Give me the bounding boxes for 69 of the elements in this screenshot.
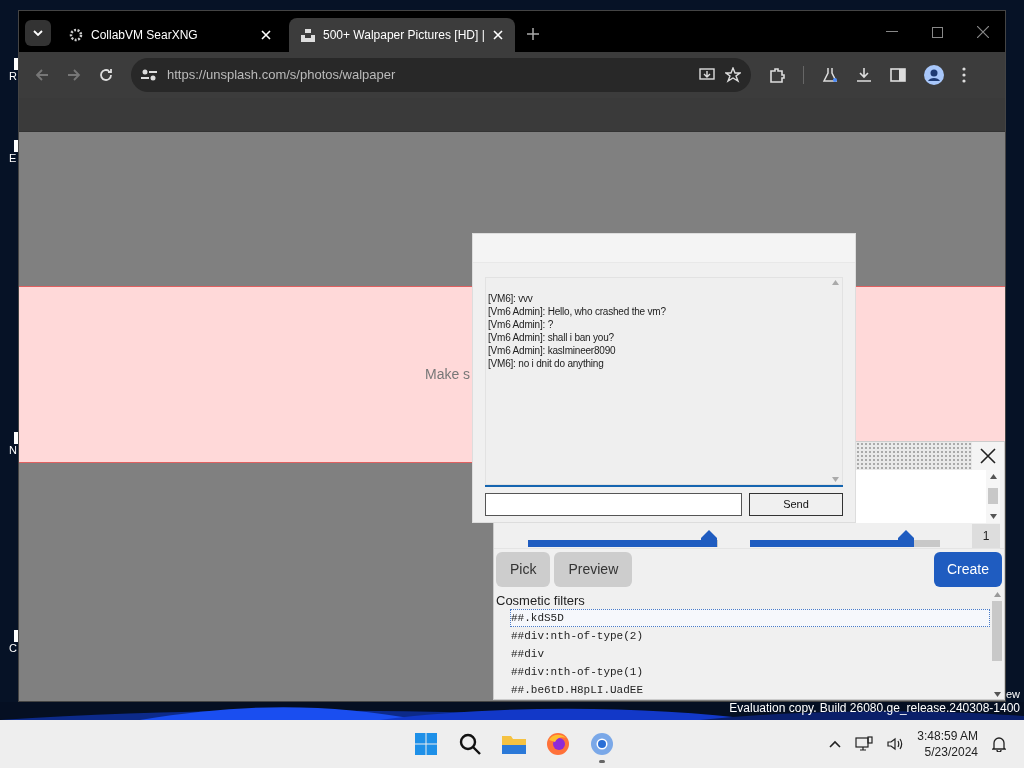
count-label: 1: [972, 523, 1000, 548]
chat-message: [VM6]: no i dnit do anything: [488, 357, 605, 370]
new-tab-icon[interactable]: [527, 28, 539, 40]
site-settings-icon: [141, 68, 157, 82]
chevron-up-icon[interactable]: [829, 740, 842, 748]
browser-icon: [590, 732, 614, 756]
filter-item[interactable]: ##div:nth-of-type(2): [510, 627, 990, 645]
chat-input[interactable]: [485, 493, 742, 516]
filter-item[interactable]: ##.be6tD.H8pLI.UadEE: [510, 681, 990, 699]
download-icon[interactable]: [856, 67, 872, 83]
folder-icon: [501, 733, 527, 755]
close-button[interactable]: [972, 442, 1004, 470]
chevron-icon: [33, 30, 43, 36]
tab-title: 500+ Walpaper Pictures [HD] |: [323, 27, 485, 44]
install-icon[interactable]: [699, 68, 715, 82]
chat-message: [Vm6 Admin]: kaslmineer8090: [488, 344, 617, 357]
profile-icon[interactable]: [924, 65, 944, 85]
chat-message: [Vm6 Admin]: shall i ban you?: [488, 331, 615, 344]
scroll-down-icon[interactable]: [989, 513, 997, 519]
url-text: https://unsplash.com/s/photos/walpaper: [167, 66, 397, 85]
slider-thumb[interactable]: [698, 528, 719, 547]
tab-title: CollabVM SearXNG: [91, 27, 199, 44]
desktop-icon-label: C: [9, 642, 17, 655]
filter-item[interactable]: ##.kdS5D: [510, 609, 990, 627]
chat-message: [Vm6 Admin]: ?: [488, 318, 554, 331]
section-title: Cosmetic filters: [496, 593, 586, 609]
browser-tab[interactable]: 500+ Walpaper Pictures [HD] |: [289, 18, 515, 52]
search-icon: [458, 732, 482, 756]
scroll-down-icon[interactable]: [993, 692, 1001, 697]
bell-icon[interactable]: [992, 736, 1006, 752]
scrollbar[interactable]: [986, 469, 1000, 523]
slider-thumb[interactable]: [895, 528, 916, 547]
reload-icon[interactable]: [99, 68, 113, 82]
address-bar[interactable]: https://unsplash.com/s/photos/walpaper: [131, 58, 751, 92]
banner-text: Make s: [425, 365, 471, 384]
maximize-icon[interactable]: [932, 26, 943, 38]
scroll-up-icon[interactable]: [989, 473, 997, 479]
flask-icon[interactable]: [822, 67, 838, 83]
star-icon[interactable]: [725, 67, 741, 83]
watermark-text: Evaluation copy. Build 26080.ge_release.240308-1400: [729, 700, 1020, 716]
desktop-icon-label: R: [9, 70, 17, 83]
drag-handle[interactable]: [856, 442, 972, 470]
minimize-icon[interactable]: [886, 31, 898, 33]
extension-icon[interactable]: [769, 67, 785, 83]
volume-icon[interactable]: [887, 737, 904, 751]
desktop-label: ew: [1006, 687, 1021, 702]
windows-icon: [414, 732, 438, 756]
menu-icon[interactable]: [962, 67, 966, 83]
tab-list-button[interactable]: [25, 20, 51, 46]
running-indicator: [599, 760, 605, 763]
action-button[interactable]: Pick: [496, 551, 551, 587]
filter-item[interactable]: ##div:nth-of-type(1): [510, 663, 990, 681]
send-button[interactable]: Send: [749, 493, 843, 516]
close-icon: [980, 447, 996, 464]
filter-item[interactable]: ##div: [510, 645, 990, 663]
chat-message: [Vm6 Admin]: Hello, who crashed the vm?: [488, 305, 667, 318]
desktop-icon-label: E: [9, 152, 17, 165]
chat-message: [VM6]: vvv: [488, 292, 534, 305]
back-icon[interactable]: [35, 68, 49, 82]
forward-icon[interactable]: [67, 68, 81, 82]
desktop-icon-label: N: [9, 444, 17, 457]
action-button[interactable]: Preview: [554, 551, 633, 587]
network-icon[interactable]: [855, 736, 874, 752]
firefox-icon: [546, 732, 570, 756]
scrollbar[interactable]: [990, 590, 1004, 699]
side-panel-icon[interactable]: [890, 68, 906, 82]
clock-time: 3:48:59 AM: [917, 728, 978, 744]
create-button[interactable]: Create: [933, 551, 1002, 587]
clock-date: 5/23/2024: [924, 744, 978, 760]
